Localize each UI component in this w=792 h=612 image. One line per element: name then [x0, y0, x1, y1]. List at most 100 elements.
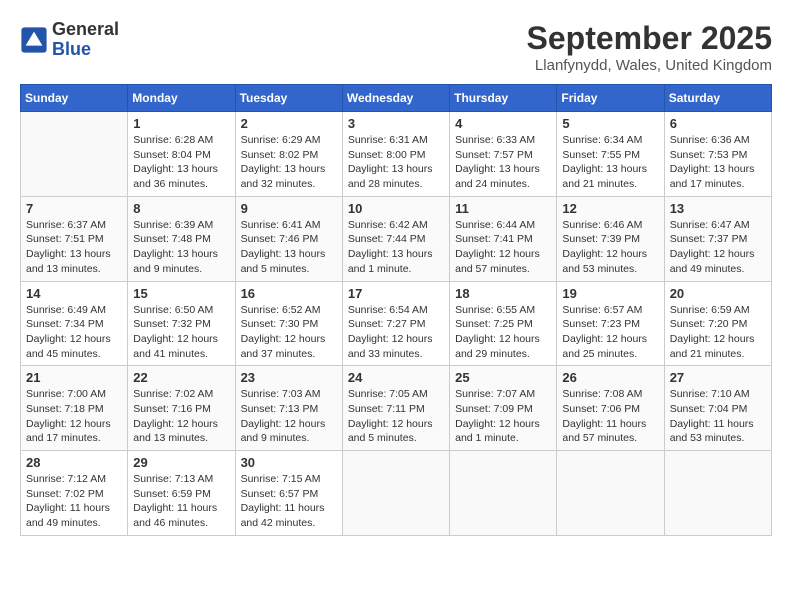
calendar-cell: 28 Sunrise: 7:12 AM Sunset: 7:02 PM Dayli…	[21, 451, 128, 536]
weekday-header: Friday	[557, 85, 664, 112]
weekday-header: Saturday	[664, 85, 771, 112]
day-info: Sunrise: 7:15 AM Sunset: 6:57 PM Dayligh…	[241, 472, 337, 531]
day-number: 4	[455, 116, 551, 131]
day-number: 27	[670, 370, 766, 385]
day-info: Sunrise: 7:02 AM Sunset: 7:16 PM Dayligh…	[133, 387, 229, 446]
day-info: Sunrise: 6:46 AM Sunset: 7:39 PM Dayligh…	[562, 218, 658, 277]
day-number: 15	[133, 286, 229, 301]
day-number: 10	[348, 201, 444, 216]
calendar-cell: 21 Sunrise: 7:00 AM Sunset: 7:18 PM Dayli…	[21, 366, 128, 451]
calendar-cell	[557, 451, 664, 536]
day-number: 29	[133, 455, 229, 470]
day-info: Sunrise: 6:52 AM Sunset: 7:30 PM Dayligh…	[241, 303, 337, 362]
day-info: Sunrise: 6:57 AM Sunset: 7:23 PM Dayligh…	[562, 303, 658, 362]
day-number: 9	[241, 201, 337, 216]
day-info: Sunrise: 7:00 AM Sunset: 7:18 PM Dayligh…	[26, 387, 122, 446]
calendar-week-row: 14 Sunrise: 6:49 AM Sunset: 7:34 PM Dayli…	[21, 281, 772, 366]
logo-blue: Blue	[52, 39, 91, 59]
calendar-cell: 18 Sunrise: 6:55 AM Sunset: 7:25 PM Dayli…	[450, 281, 557, 366]
day-info: Sunrise: 6:50 AM Sunset: 7:32 PM Dayligh…	[133, 303, 229, 362]
day-info: Sunrise: 7:03 AM Sunset: 7:13 PM Dayligh…	[241, 387, 337, 446]
calendar-cell	[664, 451, 771, 536]
day-number: 3	[348, 116, 444, 131]
calendar-cell: 13Sunrise: 6:47 AM Sunset: 7:37 PM Dayli…	[664, 196, 771, 281]
calendar-cell: 27 Sunrise: 7:10 AM Sunset: 7:04 PM Dayli…	[664, 366, 771, 451]
day-info: Sunrise: 6:49 AM Sunset: 7:34 PM Dayligh…	[26, 303, 122, 362]
day-info: Sunrise: 7:12 AM Sunset: 7:02 PM Dayligh…	[26, 472, 122, 531]
day-number: 14	[26, 286, 122, 301]
calendar-header-row: SundayMondayTuesdayWednesdayThursdayFrid…	[21, 85, 772, 112]
day-number: 22	[133, 370, 229, 385]
day-number: 26	[562, 370, 658, 385]
day-number: 6	[670, 116, 766, 131]
calendar-cell: 4 Sunrise: 6:33 AM Sunset: 7:57 PM Daylig…	[450, 112, 557, 197]
calendar-cell: 6 Sunrise: 6:36 AM Sunset: 7:53 PM Daylig…	[664, 112, 771, 197]
calendar-table: SundayMondayTuesdayWednesdayThursdayFrid…	[20, 84, 772, 536]
day-info: Sunrise: 6:41 AM Sunset: 7:46 PM Dayligh…	[241, 218, 337, 277]
day-info: Sunrise: 7:07 AM Sunset: 7:09 PM Dayligh…	[455, 387, 551, 446]
day-number: 12	[562, 201, 658, 216]
day-number: 16	[241, 286, 337, 301]
day-number: 1	[133, 116, 229, 131]
page-header: General Blue September 2025 Llanfynydd, …	[20, 20, 772, 74]
day-number: 19	[562, 286, 658, 301]
day-number: 25	[455, 370, 551, 385]
calendar-cell: 24Sunrise: 7:05 AM Sunset: 7:11 PM Dayli…	[342, 366, 449, 451]
day-info: Sunrise: 6:42 AM Sunset: 7:44 PM Dayligh…	[348, 218, 444, 277]
day-info: Sunrise: 7:10 AM Sunset: 7:04 PM Dayligh…	[670, 387, 766, 446]
calendar-cell: 3Sunrise: 6:31 AM Sunset: 8:00 PM Daylig…	[342, 112, 449, 197]
day-number: 24	[348, 370, 444, 385]
day-number: 5	[562, 116, 658, 131]
calendar-cell: 15 Sunrise: 6:50 AM Sunset: 7:32 PM Dayli…	[128, 281, 235, 366]
day-number: 8	[133, 201, 229, 216]
logo-icon	[20, 26, 48, 54]
calendar-cell: 16 Sunrise: 6:52 AM Sunset: 7:30 PM Dayli…	[235, 281, 342, 366]
weekday-header: Thursday	[450, 85, 557, 112]
calendar-cell: 12 Sunrise: 6:46 AM Sunset: 7:39 PM Dayli…	[557, 196, 664, 281]
day-number: 7	[26, 201, 122, 216]
day-info: Sunrise: 6:36 AM Sunset: 7:53 PM Dayligh…	[670, 133, 766, 192]
calendar-cell: 17Sunrise: 6:54 AM Sunset: 7:27 PM Dayli…	[342, 281, 449, 366]
calendar-cell	[450, 451, 557, 536]
day-info: Sunrise: 6:33 AM Sunset: 7:57 PM Dayligh…	[455, 133, 551, 192]
calendar-cell: 8 Sunrise: 6:39 AM Sunset: 7:48 PM Daylig…	[128, 196, 235, 281]
day-info: Sunrise: 6:28 AM Sunset: 8:04 PM Dayligh…	[133, 133, 229, 192]
calendar-cell: 22 Sunrise: 7:02 AM Sunset: 7:16 PM Dayli…	[128, 366, 235, 451]
title-block: September 2025 Llanfynydd, Wales, United…	[527, 20, 772, 74]
day-number: 23	[241, 370, 337, 385]
calendar-cell: 1 Sunrise: 6:28 AM Sunset: 8:04 PM Daylig…	[128, 112, 235, 197]
day-info: Sunrise: 7:13 AM Sunset: 6:59 PM Dayligh…	[133, 472, 229, 531]
calendar-cell: 2 Sunrise: 6:29 AM Sunset: 8:02 PM Daylig…	[235, 112, 342, 197]
day-info: Sunrise: 6:55 AM Sunset: 7:25 PM Dayligh…	[455, 303, 551, 362]
calendar-cell	[342, 451, 449, 536]
calendar-cell: 30 Sunrise: 7:15 AM Sunset: 6:57 PM Dayli…	[235, 451, 342, 536]
calendar-cell: 19 Sunrise: 6:57 AM Sunset: 7:23 PM Dayli…	[557, 281, 664, 366]
calendar-cell: 25 Sunrise: 7:07 AM Sunset: 7:09 PM Dayli…	[450, 366, 557, 451]
calendar-cell	[21, 112, 128, 197]
day-number: 21	[26, 370, 122, 385]
calendar-cell: 26Sunrise: 7:08 AM Sunset: 7:06 PM Dayli…	[557, 366, 664, 451]
day-number: 30	[241, 455, 337, 470]
calendar-cell: 23 Sunrise: 7:03 AM Sunset: 7:13 PM Dayli…	[235, 366, 342, 451]
weekday-header: Monday	[128, 85, 235, 112]
day-info: Sunrise: 6:29 AM Sunset: 8:02 PM Dayligh…	[241, 133, 337, 192]
logo-text: General Blue	[52, 20, 119, 60]
day-number: 17	[348, 286, 444, 301]
day-info: Sunrise: 6:39 AM Sunset: 7:48 PM Dayligh…	[133, 218, 229, 277]
calendar-cell: 7Sunrise: 6:37 AM Sunset: 7:51 PM Daylig…	[21, 196, 128, 281]
calendar-week-row: 7Sunrise: 6:37 AM Sunset: 7:51 PM Daylig…	[21, 196, 772, 281]
month-title: September 2025	[527, 20, 772, 57]
day-info: Sunrise: 6:44 AM Sunset: 7:41 PM Dayligh…	[455, 218, 551, 277]
calendar-cell: 11 Sunrise: 6:44 AM Sunset: 7:41 PM Dayli…	[450, 196, 557, 281]
calendar-week-row: 28 Sunrise: 7:12 AM Sunset: 7:02 PM Dayli…	[21, 451, 772, 536]
calendar-cell: 14 Sunrise: 6:49 AM Sunset: 7:34 PM Dayli…	[21, 281, 128, 366]
day-number: 20	[670, 286, 766, 301]
weekday-header: Wednesday	[342, 85, 449, 112]
day-info: Sunrise: 6:47 AM Sunset: 7:37 PM Dayligh…	[670, 218, 766, 277]
day-number: 18	[455, 286, 551, 301]
day-number: 28	[26, 455, 122, 470]
calendar-week-row: 21 Sunrise: 7:00 AM Sunset: 7:18 PM Dayli…	[21, 366, 772, 451]
day-number: 11	[455, 201, 551, 216]
day-info: Sunrise: 6:59 AM Sunset: 7:20 PM Dayligh…	[670, 303, 766, 362]
day-number: 2	[241, 116, 337, 131]
